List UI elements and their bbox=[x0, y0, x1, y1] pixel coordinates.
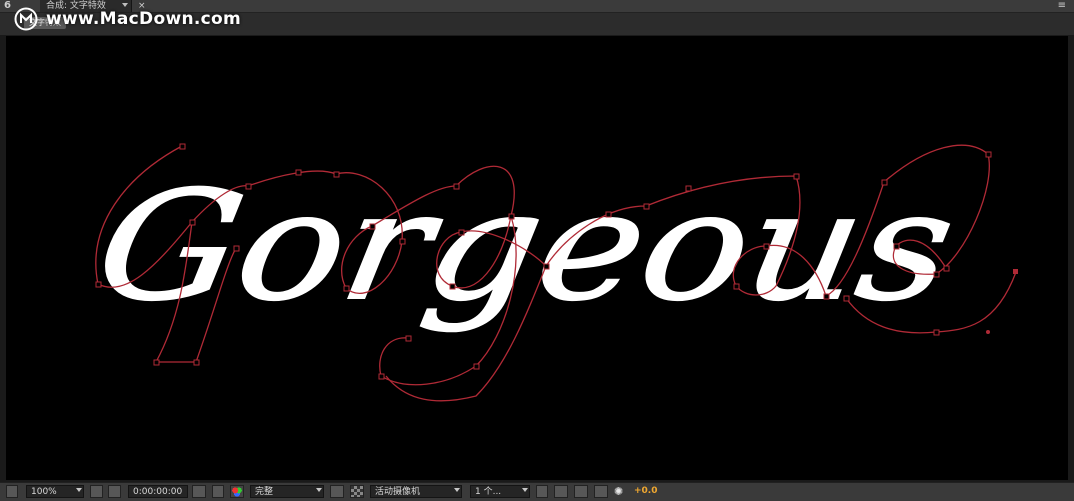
fast-preview-icon[interactable] bbox=[330, 485, 344, 498]
region-of-interest-icon[interactable] bbox=[90, 485, 103, 498]
show-snapshot-icon[interactable] bbox=[212, 485, 224, 498]
watermark: www.MacDown.com bbox=[14, 6, 241, 32]
timeline-icon[interactable] bbox=[554, 485, 568, 498]
resolution-dropdown[interactable]: 完整 bbox=[250, 485, 324, 498]
exposure-value-field[interactable]: +0.0 bbox=[634, 485, 664, 498]
resolution-dropdown-arrow-icon[interactable] bbox=[316, 488, 322, 492]
pixel-aspect-icon[interactable] bbox=[536, 485, 548, 498]
exposure-value: +0.0 bbox=[634, 486, 658, 496]
camera-dropdown[interactable]: 活动摄像机 bbox=[370, 485, 462, 498]
toggle-mask-visibility-icon[interactable] bbox=[108, 485, 121, 498]
viewer-text-layer[interactable]: Gorgeous bbox=[85, 158, 968, 335]
comp-flowchart-icon[interactable] bbox=[574, 485, 588, 498]
macdown-logo-icon bbox=[14, 7, 38, 31]
watermark-text: www.MacDown.com bbox=[46, 9, 241, 29]
current-time-field[interactable]: 0:00:00:00 bbox=[128, 485, 188, 498]
viewer-toolbar: 100% 0:00:00:00 完整 活动摄像机 1 个... ✺ +0.0 bbox=[0, 482, 1074, 501]
view-layout-dropdown[interactable]: 1 个... bbox=[470, 485, 530, 498]
zoom-value: 100% bbox=[31, 487, 57, 497]
camera-dropdown-arrow-icon[interactable] bbox=[454, 488, 460, 492]
color-channel-icon[interactable] bbox=[230, 485, 244, 498]
flowchart-icon[interactable] bbox=[594, 485, 608, 498]
view-layout-dropdown-arrow-icon[interactable] bbox=[522, 488, 528, 492]
exposure-reset-icon[interactable]: ✺ bbox=[614, 485, 628, 498]
timecode-value: 0:00:00:00 bbox=[133, 487, 183, 497]
camera-value: 活动摄像机 bbox=[375, 487, 421, 497]
viewer-canvas: Gorgeous bbox=[85, 143, 1018, 402]
snapshot-icon[interactable] bbox=[192, 485, 206, 498]
always-preview-icon[interactable] bbox=[6, 485, 18, 498]
panel-menu-icon[interactable]: ≡ bbox=[1058, 0, 1066, 12]
composition-viewer[interactable]: Gorgeous bbox=[6, 36, 1068, 480]
zoom-dropdown-arrow-icon[interactable] bbox=[76, 488, 82, 492]
resolution-value: 完整 bbox=[255, 487, 274, 497]
view-layout-value: 1 个... bbox=[475, 487, 502, 497]
transparency-grid-icon[interactable] bbox=[350, 485, 364, 498]
